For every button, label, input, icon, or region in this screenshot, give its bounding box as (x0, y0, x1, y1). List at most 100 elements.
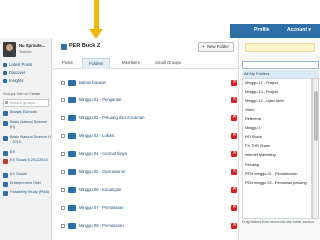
folder-name[interactable]: Bahan bacaan (79, 80, 106, 85)
delete-icon[interactable] (231, 167, 237, 175)
row-checkbox[interactable] (61, 206, 65, 210)
group-icon (3, 110, 8, 116)
folder-name[interactable]: Minggu 08 - Pemasaran (79, 223, 124, 228)
dropdown-option[interactable]: FX-THR Share (245, 144, 311, 148)
folder-icon (68, 151, 76, 157)
page-title: PER Buck Z (69, 43, 101, 49)
folder-row[interactable]: Minggu 02 - Peluang dan Ancaman (61, 113, 237, 126)
dropdown-option[interactable]: Peluang (245, 163, 311, 167)
delete-icon[interactable] (231, 78, 237, 86)
row-checkbox[interactable] (61, 116, 65, 120)
folder-dropdown-input[interactable] (242, 61, 319, 69)
row-checkbox[interactable] (61, 81, 65, 85)
dropdown-hint: Drag folders from above into the folder … (242, 220, 314, 224)
nav-insights[interactable]: Insights (3, 78, 49, 85)
main-content: PER Buck Z + New Folder Posts Folders Me… (52, 38, 238, 240)
group-icon (3, 135, 8, 141)
delete-icon[interactable] (231, 149, 237, 157)
folder-name[interactable]: Minggu 04 - Cermat biaya (79, 151, 127, 156)
group-icon (3, 150, 8, 156)
tab-bar: Posts Folders Members Small Groups (52, 58, 238, 69)
group-icon (3, 190, 8, 196)
scrollbar-thumb[interactable] (314, 91, 318, 141)
folder-dropdown-list: Minggu 12 - Project Minggu 13 - Project … (242, 78, 312, 219)
folder-icon (68, 97, 76, 103)
folder-icon (68, 169, 76, 175)
groups-header[interactable]: Groups Join or Create (3, 92, 40, 96)
folder-icon (68, 205, 76, 211)
folder-row[interactable]: Minggu 05 - Operasional (61, 167, 237, 180)
delete-icon[interactable] (231, 113, 237, 121)
row-checkbox[interactable] (61, 170, 65, 174)
row-checkbox[interactable] (61, 152, 65, 156)
dropdown-option[interactable]: PEN minggu 02 - Pencarian peluang (245, 181, 311, 185)
row-checkbox[interactable] (61, 188, 65, 192)
folder-row[interactable]: Minggu 06 - Keuangan (61, 185, 237, 198)
annotation-arrow-shaft (94, 0, 99, 30)
posts-icon (3, 62, 7, 67)
group-icon (61, 44, 67, 50)
dropdown-option[interactable]: Referensi (245, 117, 311, 121)
row-checkbox[interactable] (61, 98, 65, 102)
dropdown-option[interactable]: HO Share (245, 135, 311, 139)
folder-row[interactable]: Bahan bacaan (61, 78, 237, 91)
profile-link[interactable]: Profile (254, 27, 270, 33)
folder-icon (68, 80, 76, 86)
dropdown-option[interactable]: PEN minggu 01 - Pendahuluan (245, 172, 311, 176)
delete-icon[interactable] (231, 95, 237, 103)
sidebar: Nu Sproute... Teacher Latest Posts Disco… (0, 38, 52, 240)
group-icon (3, 172, 8, 178)
group-icon (3, 181, 8, 187)
group-search-input[interactable]: Search groups... (3, 99, 49, 107)
folder-dropdown-header[interactable]: All My Folders (242, 70, 319, 78)
discover-icon (3, 70, 7, 75)
search-icon (5, 101, 8, 104)
folder-name[interactable]: Minggu 05 - Operasional (79, 169, 125, 174)
folder-name[interactable]: Minggu 02 - Peluang dan Ancaman (79, 115, 144, 120)
dropdown-option[interactable]: Video (245, 108, 311, 112)
tab-posts[interactable]: Posts (62, 60, 73, 65)
tab-members[interactable]: Members (122, 60, 140, 65)
nav-discover[interactable]: Discover (3, 70, 49, 77)
folder-row[interactable]: Minggu 03 - Lokasi (61, 131, 237, 144)
dropdown-scrollbar[interactable] (312, 78, 319, 219)
dropdown-option[interactable]: Minggu 12 - Project (245, 81, 311, 85)
delete-icon[interactable] (231, 221, 237, 229)
dropdown-option[interactable]: Internet Marketing (245, 153, 311, 157)
row-checkbox[interactable] (61, 224, 65, 228)
folder-name[interactable]: Minggu 07 - Pemasaran (79, 205, 124, 210)
row-checkbox[interactable] (61, 134, 65, 138)
nav-latest-posts[interactable]: Latest Posts (3, 62, 49, 69)
folder-row[interactable]: Minggu 04 - Cermat biaya (61, 149, 237, 162)
folder-row[interactable]: Minggu 08 - Pemasaran (61, 221, 237, 234)
folder-row[interactable]: Minggu 07 - Pemasaran (61, 203, 237, 216)
folder-row[interactable]: Minggu 01 - Pengantar (61, 95, 237, 108)
notice-box (245, 43, 315, 52)
delete-icon[interactable] (231, 203, 237, 211)
dropdown-option[interactable]: Minggu 13 - Project (245, 90, 311, 94)
dropdown-option[interactable]: Minggu 14 - Ujian Akhir (245, 99, 311, 103)
account-menu[interactable]: Account ▾ (287, 27, 311, 33)
avatar[interactable] (3, 42, 16, 57)
dropdown-option[interactable]: Minggu 1 (245, 126, 311, 130)
folder-name[interactable]: Minggu 03 - Lokasi (79, 133, 114, 138)
tab-small-groups[interactable]: Small Groups (155, 60, 181, 65)
tab-folders[interactable]: Folders (82, 58, 111, 69)
user-block[interactable]: Nu Sproute... Teacher (3, 42, 51, 60)
folder-name[interactable]: Minggu 01 - Pengantar (79, 97, 122, 102)
folder-icon (68, 133, 76, 139)
folder-name[interactable]: Minggu 06 - Keuangan (79, 187, 121, 192)
insights-icon (3, 78, 7, 83)
plus-icon: + (202, 44, 205, 49)
header-bar: Profile Account ▾ (230, 24, 320, 38)
group-icon (3, 158, 8, 164)
user-role: Teacher (19, 50, 32, 54)
delete-icon[interactable] (231, 131, 237, 139)
new-folder-button[interactable]: + New Folder (198, 42, 234, 52)
user-name[interactable]: Nu Sproute... (19, 43, 45, 48)
right-panel: All My Folders Minggu 12 - Project Mingg… (238, 38, 320, 240)
folder-icon (68, 115, 76, 121)
folder-icon (68, 187, 76, 193)
group-icon (3, 120, 8, 126)
delete-icon[interactable] (231, 185, 237, 193)
